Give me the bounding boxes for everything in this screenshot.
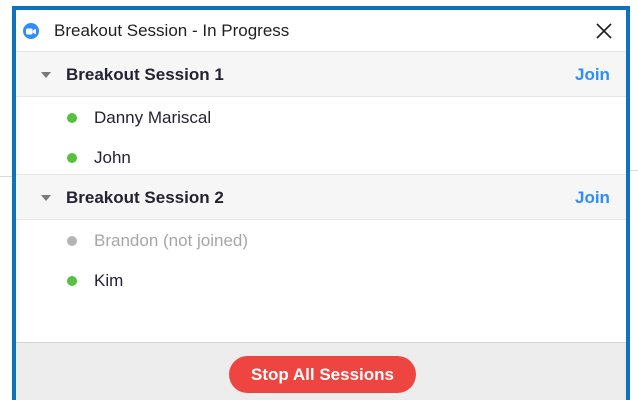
participant-row: Kim	[16, 264, 626, 298]
join-session-2-link[interactable]: Join	[575, 188, 610, 208]
breakout-sessions-window: Breakout Session - In Progress Breakout …	[12, 6, 630, 400]
participant-name: Kim	[94, 271, 124, 290]
online-status-dot	[67, 153, 77, 163]
session-name: Breakout Session 1	[66, 65, 224, 84]
online-status-dot	[67, 276, 77, 286]
participant-name: Danny Mariscal	[94, 108, 212, 127]
chevron-down-icon[interactable]	[41, 195, 51, 201]
session-header-2[interactable]: Breakout Session 2 Join	[16, 174, 626, 220]
session-header-1[interactable]: Breakout Session 1 Join	[16, 51, 626, 97]
participant-row: Brandon (not joined)	[16, 224, 626, 258]
session-name: Breakout Session 2	[66, 188, 224, 207]
zoom-camera-icon	[23, 23, 39, 39]
not-joined-status-dot	[67, 236, 77, 246]
participant-row: John	[16, 141, 626, 175]
online-status-dot	[67, 113, 77, 123]
close-button[interactable]	[594, 21, 614, 41]
title-bar: Breakout Session - In Progress	[16, 10, 626, 50]
participant-name: John	[94, 148, 131, 167]
close-icon	[596, 23, 612, 39]
window-title: Breakout Session - In Progress	[54, 21, 290, 40]
stop-all-sessions-button[interactable]: Stop All Sessions	[229, 356, 416, 393]
footer-bar: Stop All Sessions	[16, 342, 626, 400]
participant-name: Brandon (not joined)	[94, 231, 249, 250]
screen: Breakout Session - In Progress Breakout …	[0, 0, 638, 400]
chevron-down-icon[interactable]	[41, 72, 51, 78]
participant-row: Danny Mariscal	[16, 101, 626, 135]
join-session-1-link[interactable]: Join	[575, 65, 610, 85]
background-divider-right	[630, 170, 638, 171]
